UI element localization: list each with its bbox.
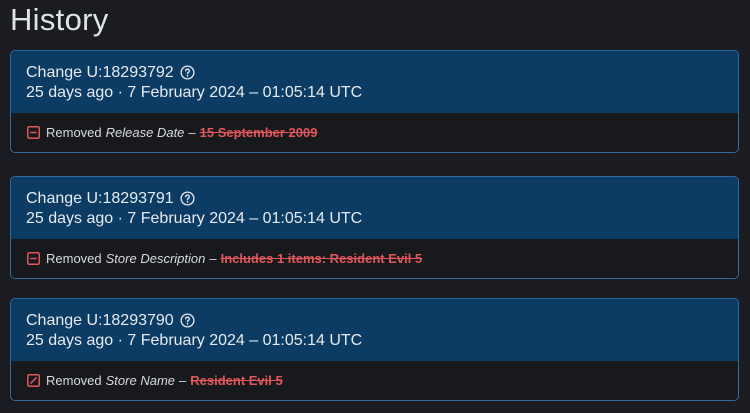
minus-square-icon bbox=[27, 126, 40, 139]
help-icon[interactable] bbox=[180, 191, 195, 206]
minus-square-icon bbox=[27, 252, 40, 265]
separator: – bbox=[188, 125, 196, 140]
change-id-link[interactable]: Change U:18293792 bbox=[26, 63, 174, 82]
change-detail: Removed Store Description – Includes 1 i… bbox=[11, 239, 738, 278]
removed-value: Resident Evil 5 bbox=[190, 373, 283, 388]
action-label: Removed bbox=[46, 373, 102, 388]
field-name: Store Name bbox=[105, 373, 176, 388]
change-detail: Removed Store Name – Resident Evil 5 bbox=[11, 361, 738, 400]
change-id-link[interactable]: Change U:18293791 bbox=[26, 189, 174, 208]
slash-square-icon bbox=[27, 374, 40, 387]
removed-value: 15 September 2009 bbox=[199, 125, 318, 140]
page-title: History bbox=[10, 2, 109, 37]
change-timestamp: 25 days ago · 7 February 2024 – 01:05:14… bbox=[26, 84, 363, 101]
help-icon[interactable] bbox=[180, 313, 195, 328]
change-card-header: Change U:18293792 25 days ago · 7 Februa… bbox=[11, 51, 738, 113]
change-card-header: Change U:18293791 25 days ago · 7 Februa… bbox=[11, 177, 738, 239]
field-name: Store Description bbox=[105, 251, 206, 266]
change-detail: Removed Release Date – 15 September 2009 bbox=[11, 113, 738, 152]
removed-value: Includes 1 items: Resident Evil 5 bbox=[220, 251, 423, 266]
change-card: Change U:18293792 25 days ago · 7 Februa… bbox=[10, 50, 739, 153]
help-icon[interactable] bbox=[180, 65, 195, 80]
separator: – bbox=[179, 373, 187, 388]
change-card-header: Change U:18293790 25 days ago · 7 Februa… bbox=[11, 299, 738, 361]
change-card: Change U:18293791 25 days ago · 7 Februa… bbox=[10, 176, 739, 279]
action-label: Removed bbox=[46, 251, 102, 266]
separator: – bbox=[209, 251, 217, 266]
field-name: Release Date bbox=[105, 125, 185, 140]
action-label: Removed bbox=[46, 125, 102, 140]
change-card: Change U:18293790 25 days ago · 7 Februa… bbox=[10, 298, 739, 401]
change-timestamp: 25 days ago · 7 February 2024 – 01:05:14… bbox=[26, 210, 363, 227]
change-timestamp: 25 days ago · 7 February 2024 – 01:05:14… bbox=[26, 332, 363, 349]
change-id-link[interactable]: Change U:18293790 bbox=[26, 311, 174, 330]
